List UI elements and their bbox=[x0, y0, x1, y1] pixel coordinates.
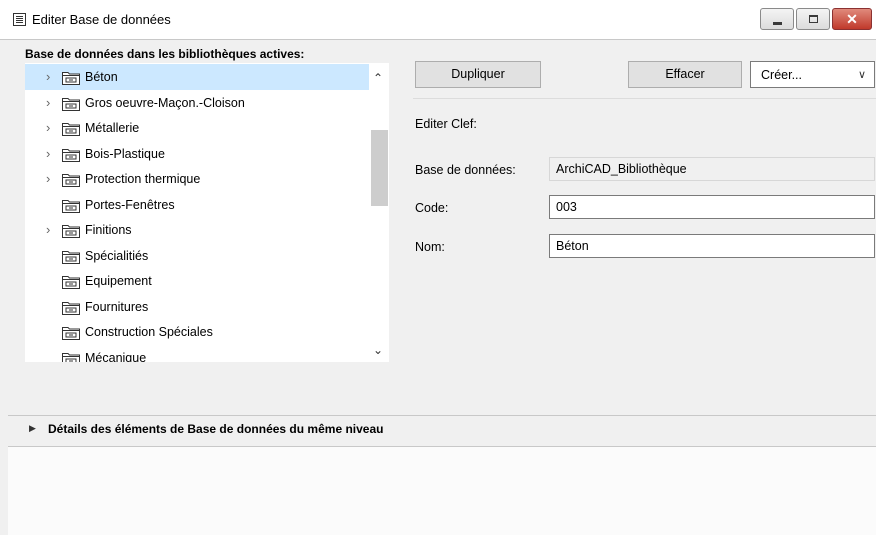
chevron-right-icon[interactable]: › bbox=[46, 95, 50, 110]
database-label: Base de données: bbox=[415, 163, 516, 177]
database-field: ArchiCAD_Bibliothèque bbox=[549, 157, 875, 181]
chevron-right-icon[interactable]: › bbox=[46, 222, 50, 237]
divider bbox=[413, 98, 876, 99]
tree-item-label: Mécanique bbox=[85, 350, 147, 363]
database-folder-icon bbox=[62, 275, 80, 289]
delete-button[interactable]: Effacer bbox=[628, 61, 742, 88]
expand-triangle-icon[interactable]: ▶ bbox=[29, 423, 36, 434]
database-folder-icon bbox=[62, 199, 80, 213]
details-toggle[interactable]: Détails des éléments de Base de données … bbox=[48, 422, 383, 436]
tree-item-label: Béton bbox=[85, 70, 118, 84]
tree-item[interactable]: › Protection thermique bbox=[25, 166, 369, 192]
tree-item[interactable]: Portes-Fenêtres bbox=[25, 192, 369, 218]
database-folder-icon bbox=[62, 173, 80, 187]
minimize-button[interactable] bbox=[760, 8, 794, 30]
name-label: Nom: bbox=[415, 240, 445, 254]
minimize-icon bbox=[773, 22, 782, 25]
scroll-up-arrow-icon[interactable]: ⌃ bbox=[373, 71, 383, 85]
database-folder-icon bbox=[62, 250, 80, 264]
code-label: Code: bbox=[415, 201, 449, 215]
tree-item-label: Equipement bbox=[85, 274, 152, 288]
maximize-button[interactable] bbox=[796, 8, 830, 30]
duplicate-button[interactable]: Dupliquer bbox=[415, 61, 541, 88]
chevron-right-icon[interactable]: › bbox=[46, 69, 50, 84]
tree-item-label: Métallerie bbox=[85, 121, 140, 135]
tree-item-label: Spécialitiés bbox=[85, 248, 149, 263]
tree-item-label: Construction Spéciales bbox=[85, 325, 213, 339]
details-panel bbox=[8, 446, 876, 535]
database-folder-icon bbox=[62, 97, 80, 111]
scrollbar-thumb[interactable] bbox=[371, 130, 388, 206]
code-field[interactable]: 003 bbox=[549, 195, 875, 219]
database-folder-icon bbox=[62, 71, 80, 85]
database-folder-icon bbox=[62, 224, 80, 238]
tree-item[interactable]: › Finitions bbox=[25, 217, 369, 243]
window-controls: ✕ bbox=[760, 8, 872, 30]
database-folder-icon bbox=[62, 122, 80, 136]
chevron-right-icon[interactable]: › bbox=[46, 146, 50, 161]
tree-item[interactable]: Spécialitiés bbox=[25, 243, 369, 269]
chevron-right-icon[interactable]: › bbox=[46, 120, 50, 135]
tree-item-label: Fournitures bbox=[85, 299, 149, 314]
tree-item[interactable]: Fournitures bbox=[25, 294, 369, 320]
tree-item-label: Gros oeuvre-Maçon.-Cloison bbox=[85, 95, 245, 110]
tree-heading: Base de données dans les bibliothèques a… bbox=[25, 47, 305, 61]
tree-item-label: Portes-Fenêtres bbox=[85, 197, 175, 212]
tree-item[interactable]: › Métallerie bbox=[25, 115, 369, 141]
close-button[interactable]: ✕ bbox=[832, 8, 872, 30]
database-app-icon bbox=[13, 13, 26, 26]
tree-item-label: Finitions bbox=[85, 223, 132, 237]
database-folder-icon bbox=[62, 301, 80, 315]
title-bar: Editer Base de données ✕ bbox=[0, 0, 876, 40]
separator bbox=[8, 415, 876, 416]
scroll-down-arrow-icon[interactable]: ⌄ bbox=[373, 343, 383, 357]
create-dropdown[interactable]: Créer... ∨ bbox=[750, 61, 875, 88]
tree-item-label: Bois-Plastique bbox=[85, 146, 165, 161]
database-tree[interactable]: › Béton › Gros oeuvre-Maçon.-Cloison › Métall… bbox=[25, 63, 389, 362]
name-field[interactable]: Béton bbox=[549, 234, 875, 258]
tree-item[interactable]: › Gros oeuvre-Maçon.-Cloison bbox=[25, 90, 369, 116]
tree-item[interactable]: Equipement bbox=[25, 268, 369, 294]
tree-item-label: Protection thermique bbox=[85, 172, 201, 186]
database-folder-icon bbox=[62, 148, 80, 162]
database-folder-icon bbox=[62, 326, 80, 340]
edit-key-label: Editer Clef: bbox=[415, 117, 477, 131]
maximize-icon bbox=[809, 15, 818, 23]
tree-item[interactable]: › Béton bbox=[25, 64, 369, 90]
tree-item[interactable]: › Bois-Plastique bbox=[25, 141, 369, 167]
tree-item[interactable]: Construction Spéciales bbox=[25, 319, 369, 345]
window-title: Editer Base de données bbox=[32, 12, 171, 27]
chevron-right-icon[interactable]: › bbox=[46, 171, 50, 186]
tree-item[interactable]: Mécanique bbox=[25, 345, 369, 363]
create-dropdown-value: Créer... bbox=[761, 68, 802, 82]
close-icon: ✕ bbox=[846, 11, 858, 27]
chevron-down-icon: ∨ bbox=[857, 69, 866, 81]
database-folder-icon bbox=[62, 352, 80, 362]
